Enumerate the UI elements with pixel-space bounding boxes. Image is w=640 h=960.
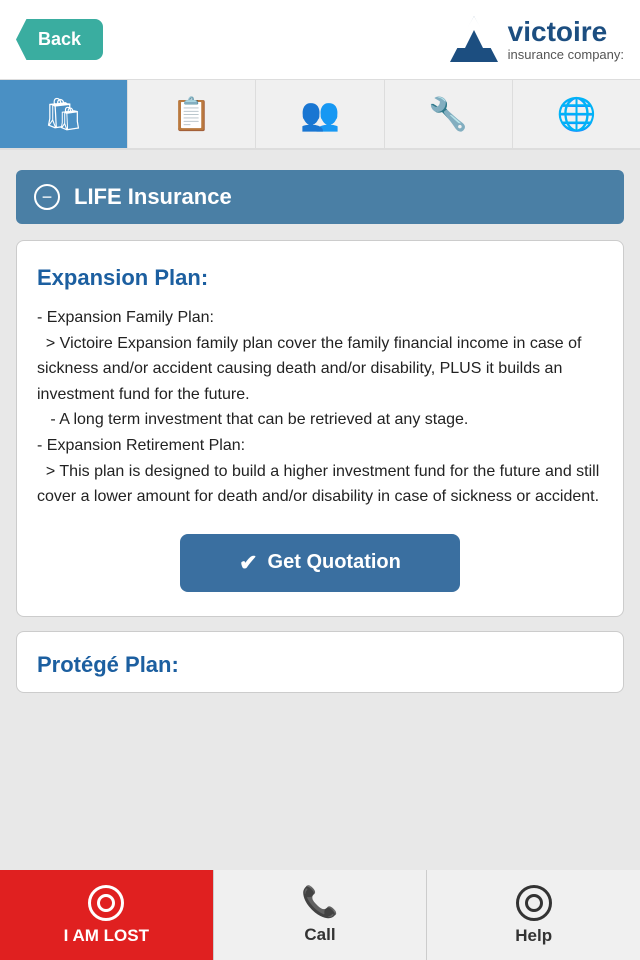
expansion-plan-title: Expansion Plan: [37,265,603,291]
expansion-plan-body: - Expansion Family Plan: > Victoire Expa… [37,305,603,510]
tab-docs[interactable]: 📋 [128,80,256,148]
main-content: LIFE Insurance Expansion Plan: - Expansi… [0,150,640,713]
logo-sub: insurance company: [508,48,624,62]
docs-icon: 📋 [172,95,212,133]
tab-tools[interactable]: 🔧 [385,80,513,148]
tools-icon: 🔧 [428,95,468,133]
section-header: LIFE Insurance [16,170,624,224]
help-button[interactable]: Help [427,870,640,960]
call-label: Call [304,925,335,945]
bottom-bar: I AM LOST 📞 Call Help [0,870,640,960]
logo-icon [446,12,502,68]
globe-icon: 🌐 [556,95,596,133]
section-title: LIFE Insurance [74,184,232,210]
protege-plan-card: Protégé Plan: [16,631,624,693]
logo-area: victoire insurance company: [446,12,624,68]
lost-icon [88,885,124,921]
shop-icon: 🛍 [43,95,84,133]
people-icon: 👥 [300,95,340,133]
tab-people[interactable]: 👥 [256,80,384,148]
help-label: Help [515,926,552,946]
app-header: Back victoire insurance company: [0,0,640,80]
logo-text: victoire insurance company: [508,17,624,62]
expansion-plan-card: Expansion Plan: - Expansion Family Plan:… [16,240,624,617]
call-icon: 📞 [301,885,338,920]
logo-name: victoire [508,17,624,48]
protege-plan-title: Protégé Plan: [37,652,603,678]
tab-shop[interactable]: 🛍 [0,80,128,148]
i-am-lost-button[interactable]: I AM LOST [0,870,213,960]
collapse-icon[interactable] [34,184,60,210]
help-icon [516,885,552,921]
tab-globe[interactable]: 🌐 [513,80,640,148]
get-quotation-label: Get Quotation [268,551,401,574]
lost-label: I AM LOST [64,926,149,946]
get-quotation-button[interactable]: ✔ Get Quotation [180,534,460,592]
nav-tabs: 🛍 📋 👥 🔧 🌐 [0,80,640,150]
call-button[interactable]: 📞 Call [213,870,428,960]
checkmark-icon: ✔ [239,550,257,576]
back-button[interactable]: Back [16,19,103,60]
